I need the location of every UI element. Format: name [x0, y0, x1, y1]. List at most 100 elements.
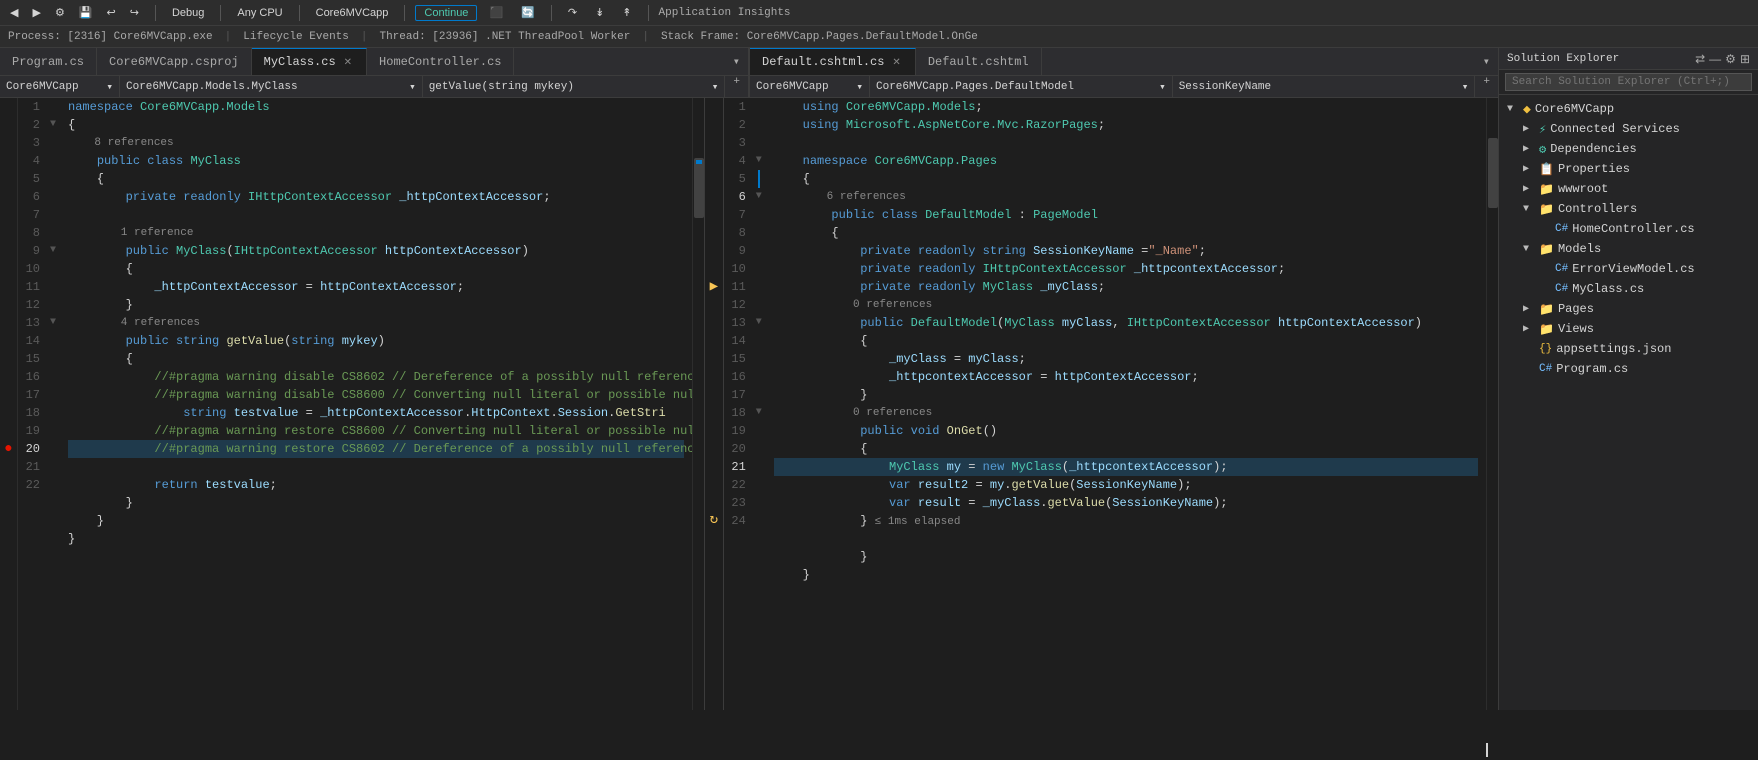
text-cursor: [1486, 743, 1488, 757]
code-line-20: //#pragma warning restore CS8602 // Dere…: [68, 440, 684, 458]
step-out[interactable]: ↟: [616, 4, 637, 21]
debug-dropdown[interactable]: Debug: [166, 5, 210, 21]
rcode-line-14: {: [774, 332, 1478, 350]
se-item-connected-services[interactable]: ▶ ⚡ Connected Services: [1499, 119, 1758, 139]
app-dropdown[interactable]: Core6MVCapp: [310, 5, 395, 21]
cursor-indicator: [1486, 740, 1488, 760]
se-arrow-props: ▶: [1523, 163, 1539, 175]
se-label-programcs: Program.cs: [1556, 362, 1628, 376]
code-line-24: }: [68, 512, 684, 530]
se-arrow-controllers: ▼: [1523, 204, 1539, 215]
nav-namespace-right[interactable]: Core6MVCapp.Pages.DefaultModel▾: [870, 76, 1173, 97]
se-arrow-models: ▼: [1523, 244, 1539, 255]
se-icon-views: 📁: [1539, 322, 1554, 337]
rcode-line-24: } ≤ 1ms elapsed: [774, 512, 1478, 530]
se-item-views[interactable]: ▶ 📁 Views: [1499, 319, 1758, 339]
rcode-line-11: private readonly MyClass _myClass;: [774, 278, 1478, 296]
tab-myclass[interactable]: MyClass.cs✕: [252, 48, 367, 75]
tab-overflow-left[interactable]: ▾: [725, 48, 748, 75]
right-vscroll[interactable]: [1486, 98, 1498, 710]
toolbar-btn-undo[interactable]: ↩: [101, 4, 122, 21]
tab-label-program: Program.cs: [12, 55, 84, 69]
right-code-content[interactable]: using Core6MVCapp.Models; using Microsof…: [766, 98, 1486, 710]
rcode-line-16: _httpcontextAccessor = httpContextAccess…: [774, 368, 1478, 386]
se-item-errorviewmodel[interactable]: C# ErrorViewModel.cs: [1499, 259, 1758, 279]
se-icon-deps: ⚙: [1539, 142, 1546, 157]
code-line-5: {: [68, 170, 684, 188]
toolbar-btn-save[interactable]: 💾: [73, 4, 99, 21]
se-item-appsettings[interactable]: {} appsettings.json: [1499, 339, 1758, 359]
rcode-line-17: }: [774, 386, 1478, 404]
toolbar-btn-back[interactable]: ◀: [4, 4, 24, 21]
rcode-line-26: }: [774, 548, 1478, 566]
se-item-properties[interactable]: ▶ 📋 Properties: [1499, 159, 1758, 179]
tab-csproj[interactable]: Core6MVCapp.csproj: [97, 48, 252, 75]
code-line-15: {: [68, 350, 684, 368]
se-filter-btn[interactable]: ⊞: [1740, 52, 1750, 66]
toolbar-left-group: ◀ ▶ ⚙ 💾 ↩ ↪: [4, 4, 145, 21]
se-props-btn[interactable]: ⚙: [1725, 52, 1736, 66]
right-scrollbar-thumb[interactable]: [1488, 138, 1498, 208]
code-line-4: public class MyClass: [68, 152, 684, 170]
nav-member-left[interactable]: getValue(string mykey)▾: [423, 76, 726, 97]
left-code-content[interactable]: namespace Core6MVCapp.Models { 8 referen…: [60, 98, 692, 710]
left-vscroll[interactable]: [692, 98, 704, 710]
cpu-dropdown[interactable]: Any CPU: [231, 5, 288, 21]
se-root-item[interactable]: ▼ ◆ Core6MVCapp: [1499, 99, 1758, 119]
restart-button[interactable]: 🔄: [515, 4, 541, 21]
tab-program-cs[interactable]: Program.cs: [0, 48, 97, 75]
se-item-homecontroller[interactable]: C# HomeController.cs: [1499, 219, 1758, 239]
se-search-input[interactable]: [1505, 73, 1752, 91]
tab-bars-row: Program.cs Core6MVCapp.csproj MyClass.cs…: [0, 48, 1498, 76]
code-line-21: [68, 458, 684, 476]
nav-project-left[interactable]: Core6MVCapp▾: [0, 76, 120, 97]
app-insights-label: Application Insights: [659, 7, 791, 19]
se-item-controllers[interactable]: ▼ 📁 Controllers: [1499, 199, 1758, 219]
rcode-line-15: _myClass = myClass;: [774, 350, 1478, 368]
stop-button[interactable]: ⬛: [483, 4, 509, 21]
right-tab-bar: Default.cshtml.cs✕ Default.cshtml ▾: [750, 48, 1498, 75]
code-line-12: }: [68, 296, 684, 314]
se-label-homecontroller: HomeController.cs: [1572, 222, 1694, 236]
code-line-3: 8 references: [68, 134, 684, 152]
code-line-6: private readonly IHttpContextAccessor _h…: [68, 188, 684, 206]
tab-default-cshtml-cs[interactable]: Default.cshtml.cs✕: [750, 48, 916, 75]
se-root-name: Core6MVCapp: [1535, 102, 1614, 116]
se-tree: ▼ ◆ Core6MVCapp ▶ ⚡ Connected Services ▶…: [1499, 95, 1758, 710]
se-item-programcs[interactable]: C# Program.cs: [1499, 359, 1758, 379]
nav-member-label-right: SessionKeyName: [1179, 81, 1271, 93]
se-item-pages[interactable]: ▶ 📁 Pages: [1499, 299, 1758, 319]
step-into[interactable]: ↡: [589, 4, 610, 21]
nav-member-right[interactable]: SessionKeyName▾: [1173, 76, 1476, 97]
tab-overflow-right[interactable]: ▾: [1475, 48, 1498, 75]
nav-namespace-left[interactable]: Core6MVCapp.Models.MyClass▾: [120, 76, 423, 97]
se-label-views: Views: [1558, 322, 1594, 336]
se-item-myclass[interactable]: C# MyClass.cs: [1499, 279, 1758, 299]
rcode-line-6: 6 references: [774, 188, 1478, 206]
stack-frame-label: Stack Frame: Core6MVCapp.Pages.DefaultMo…: [661, 31, 978, 43]
toolbar-btn-redo[interactable]: ↪: [124, 4, 145, 21]
tab-close-default-cs[interactable]: ✕: [890, 57, 902, 68]
tab-label-default-cshtml: Default.cshtml: [928, 55, 1029, 69]
left-fold-gutter: ▼ ▼ ▼: [46, 98, 60, 710]
tab-close-myclass[interactable]: ✕: [342, 57, 354, 68]
tab-homecontroller[interactable]: HomeController.cs: [367, 48, 514, 75]
nav-add-right[interactable]: +: [1475, 76, 1498, 97]
step-over[interactable]: ↷: [562, 4, 583, 21]
se-collapse-btn[interactable]: —: [1709, 52, 1721, 66]
continue-button[interactable]: Continue: [415, 5, 477, 21]
nav-project-right[interactable]: Core6MVCapp▾: [750, 76, 870, 97]
se-item-wwwroot[interactable]: ▶ 📁 wwwroot: [1499, 179, 1758, 199]
code-line-19: //#pragma warning restore CS8600 // Conv…: [68, 422, 684, 440]
se-sync-btn[interactable]: ⇄: [1695, 52, 1705, 66]
nav-add-left[interactable]: +: [725, 76, 748, 97]
se-item-dependencies[interactable]: ▶ ⚙ Dependencies: [1499, 139, 1758, 159]
se-arrow-wwwroot: ▶: [1523, 183, 1539, 195]
tab-default-cshtml[interactable]: Default.cshtml: [916, 48, 1042, 75]
rcode-line-9: private readonly string SessionKeyName =…: [774, 242, 1478, 260]
rcode-line-5: {: [774, 170, 1478, 188]
se-item-models[interactable]: ▼ 📁 Models: [1499, 239, 1758, 259]
toolbar-btn-forward[interactable]: ▶: [26, 4, 46, 21]
toolbar-btn-icons[interactable]: ⚙: [49, 4, 71, 21]
left-scrollbar-thumb[interactable]: [694, 158, 704, 218]
